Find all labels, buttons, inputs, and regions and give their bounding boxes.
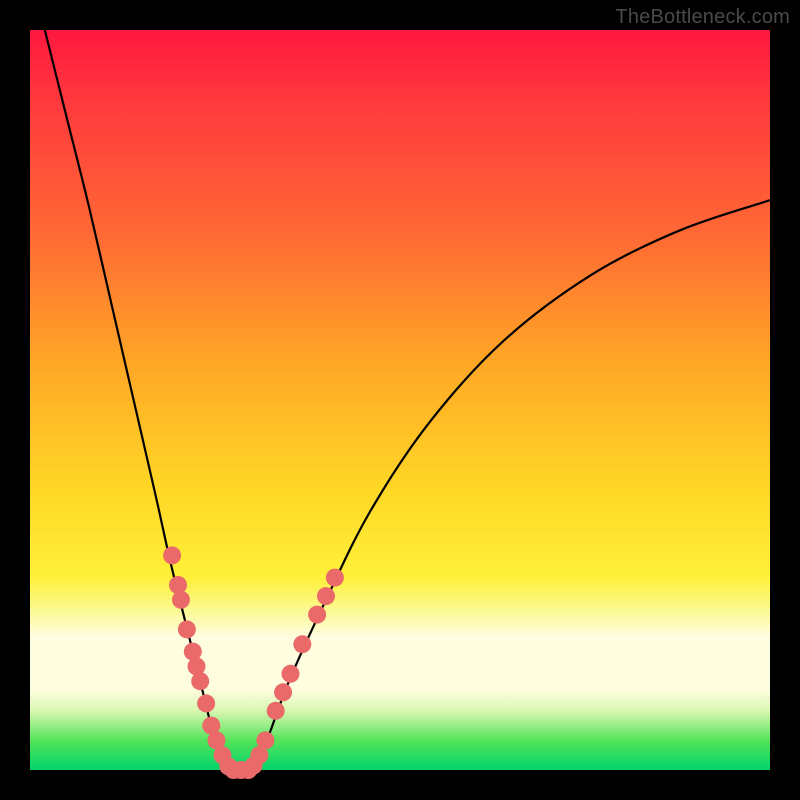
chart-frame: TheBottleneck.com bbox=[0, 0, 800, 800]
plot-area bbox=[30, 30, 770, 770]
highlight-dot bbox=[163, 546, 181, 564]
curve-layer bbox=[30, 30, 770, 770]
highlight-dot bbox=[267, 702, 285, 720]
highlight-dot bbox=[293, 635, 311, 653]
highlight-dot bbox=[281, 665, 299, 683]
highlight-dot bbox=[326, 569, 344, 587]
highlight-dot bbox=[178, 620, 196, 638]
highlight-dot bbox=[172, 591, 190, 609]
highlight-dot bbox=[169, 576, 187, 594]
highlight-dot bbox=[317, 587, 335, 605]
highlight-dot bbox=[308, 606, 326, 624]
highlight-dot bbox=[197, 694, 215, 712]
right-curve bbox=[252, 200, 770, 770]
left-curve bbox=[45, 30, 230, 770]
highlight-dot bbox=[191, 672, 209, 690]
highlight-dot bbox=[274, 683, 292, 701]
highlight-dots bbox=[163, 546, 344, 779]
highlight-dot bbox=[256, 731, 274, 749]
watermark-label: TheBottleneck.com bbox=[615, 6, 790, 29]
